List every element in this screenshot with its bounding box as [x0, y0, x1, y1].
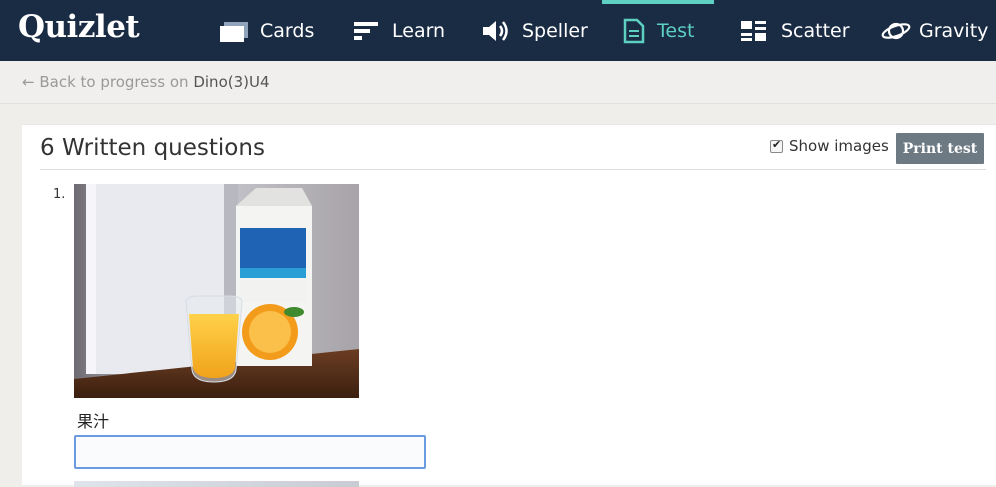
planet-icon — [881, 20, 911, 42]
quizlet-logo[interactable]: Quizlet — [18, 9, 140, 45]
nav-test-label: Test — [657, 19, 695, 42]
nav-speller-label: Speller — [522, 19, 588, 42]
nav-scatter[interactable]: Scatter — [741, 0, 850, 61]
nav-learn[interactable]: Learn — [354, 0, 445, 61]
question-image — [74, 184, 359, 398]
show-images-checkbox[interactable] — [770, 138, 783, 153]
set-name: Dino(3)U4 — [193, 73, 270, 91]
top-nav-bar: Quizlet Cards Learn Speller Test Scatter… — [0, 0, 996, 61]
nav-speller[interactable]: Speller — [482, 0, 588, 61]
learn-icon — [354, 21, 380, 41]
back-to-progress-link[interactable]: ← Back to progress on Dino(3)U4 — [22, 73, 270, 91]
section-title: 6 Written questions — [40, 135, 265, 161]
show-images-label: Show images — [789, 137, 889, 155]
speaker-icon — [482, 19, 510, 43]
breadcrumb-bar: ← Back to progress on Dino(3)U4 — [0, 61, 996, 104]
test-document-icon — [623, 18, 645, 44]
title-divider — [40, 169, 986, 170]
nav-cards[interactable]: Cards — [220, 0, 314, 61]
scatter-icon — [741, 20, 769, 41]
answer-input[interactable] — [74, 435, 426, 469]
nav-learn-label: Learn — [392, 19, 446, 42]
test-card: 6 Written questions Show images Print te… — [22, 124, 996, 487]
cards-icon — [220, 20, 248, 42]
back-link-prefix: ← Back to progress on — [22, 73, 189, 91]
nav-test[interactable]: Test — [601, 0, 715, 61]
question-term: 果汁 — [77, 412, 110, 431]
question-number: 1. — [53, 187, 66, 202]
nav-scatter-label: Scatter — [781, 19, 850, 42]
show-images-toggle[interactable]: Show images — [770, 137, 889, 155]
nav-gravity-label: Gravity — [919, 19, 989, 42]
nav-cards-label: Cards — [260, 19, 315, 42]
nav-gravity[interactable]: Gravity — [881, 0, 988, 61]
print-test-button[interactable]: Print test — [896, 133, 984, 164]
next-question-image — [74, 481, 359, 487]
